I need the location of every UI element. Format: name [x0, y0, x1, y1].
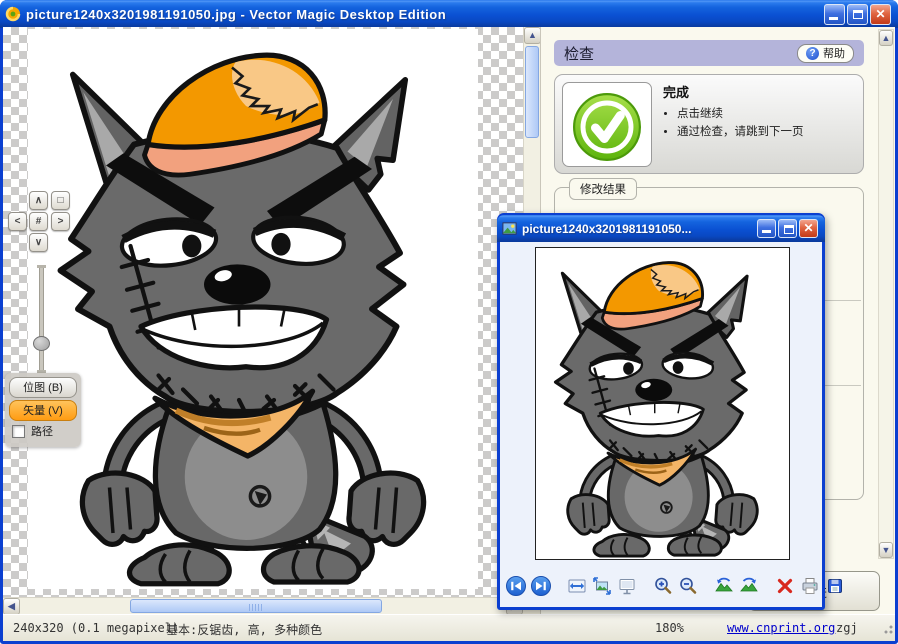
- preview-image-frame: [535, 247, 790, 560]
- preview-close-button[interactable]: ✕: [799, 219, 818, 238]
- rotate-right-icon[interactable]: [738, 574, 760, 598]
- vector-magic-app-icon: [5, 6, 21, 22]
- zoom-slider-thumb[interactable]: [33, 336, 50, 351]
- scroll-up-icon[interactable]: ▲: [524, 27, 541, 44]
- vectorize-settings-status: 基本:反锯齿, 高, 多种颜色: [166, 621, 322, 638]
- pan-up-button[interactable]: ∧: [29, 191, 48, 210]
- rotate-left-icon[interactable]: [713, 574, 735, 598]
- question-icon: ?: [806, 47, 819, 60]
- preview-toolbar: [505, 570, 817, 602]
- image-size-status: 240x320 (0.1 megapixel): [13, 621, 179, 635]
- vector-result-image: [28, 29, 478, 589]
- scroll-left-icon[interactable]: ◀: [3, 598, 20, 615]
- canvas-horizontal-scrollbar[interactable]: ◀ ▶: [3, 597, 523, 614]
- slideshow-icon[interactable]: [616, 574, 638, 598]
- first-image-icon[interactable]: [505, 574, 527, 598]
- path-checkbox-row[interactable]: 路径: [12, 423, 53, 439]
- pan-left-button[interactable]: <: [8, 212, 27, 231]
- help-button[interactable]: ? 帮助: [797, 44, 854, 63]
- panel-scroll-down-icon[interactable]: ▼: [879, 542, 893, 558]
- preview-window-title: picture1240x3201981191050...: [522, 222, 757, 236]
- status-tile: [562, 82, 652, 167]
- resize-grip[interactable]: [880, 621, 894, 635]
- fit-image-icon[interactable]: [591, 574, 613, 598]
- path-checkbox[interactable]: [12, 425, 25, 438]
- cnprint-link[interactable]: www.cnprint.org: [727, 621, 835, 635]
- fit-window-icon[interactable]: [566, 574, 588, 598]
- preview-minimize-button[interactable]: [757, 219, 776, 238]
- zoom-in-icon[interactable]: [652, 574, 674, 598]
- maximize-button[interactable]: [847, 4, 868, 25]
- pan-center-button[interactable]: #: [29, 212, 48, 231]
- panel-scroll-up-icon[interactable]: ▲: [879, 30, 893, 46]
- pan-right-button[interactable]: >: [51, 212, 70, 231]
- zoom-slider-track[interactable]: [39, 266, 44, 372]
- done-bullet-list: 点击继续 通过检查，请跳到下一页: [663, 105, 857, 139]
- window-title: picture1240x3201981191050.jpg - Vector M…: [26, 7, 824, 22]
- inspect-title: 检查: [564, 43, 797, 64]
- zoom-fit-button[interactable]: □: [51, 191, 70, 210]
- preview-window: picture1240x3201981191050... ✕: [497, 213, 825, 610]
- wolf-illustration: [28, 29, 478, 589]
- delete-icon[interactable]: [774, 574, 796, 598]
- panel-scrollbar[interactable]: ▲ ▼: [878, 29, 894, 559]
- zoom-out-icon[interactable]: [677, 574, 699, 598]
- zoom-level-status: 180%: [655, 621, 684, 635]
- path-checkbox-label: 路径: [31, 423, 53, 439]
- vector-view-button[interactable]: 矢量 (V): [9, 400, 77, 421]
- done-title: 完成: [663, 82, 857, 101]
- minimize-button[interactable]: [824, 4, 845, 25]
- close-button[interactable]: ✕: [870, 4, 891, 25]
- done-bullet: 通过检查，请跳到下一页: [677, 123, 857, 139]
- modify-result-legend: 修改结果: [569, 178, 637, 200]
- image-file-icon: [502, 221, 517, 236]
- save-icon[interactable]: [824, 574, 846, 598]
- view-mode-panel: 位图 (B) 矢量 (V) 路径: [5, 373, 81, 447]
- inspection-result-box: 完成 点击继续 通过检查，请跳到下一页: [554, 74, 864, 174]
- done-bullet: 点击继续: [677, 105, 857, 121]
- canvas-area: ∧ □ < # > ∨ 位图 (B) 矢量 (V) 路径: [3, 27, 540, 614]
- inspect-header: 检查 ? 帮助: [554, 40, 864, 66]
- check-success-icon: [567, 87, 647, 167]
- print-icon[interactable]: [799, 574, 821, 598]
- bitmap-view-button[interactable]: 位图 (B): [9, 377, 77, 398]
- help-button-label: 帮助: [823, 45, 845, 61]
- pan-down-button[interactable]: ∨: [29, 233, 48, 252]
- preview-titlebar[interactable]: picture1240x3201981191050... ✕: [497, 215, 825, 242]
- main-titlebar[interactable]: picture1240x3201981191050.jpg - Vector M…: [0, 0, 898, 28]
- canvas-viewport[interactable]: ∧ □ < # > ∨ 位图 (B) 矢量 (V) 路径: [3, 27, 523, 597]
- status-bar: 240x320 (0.1 megapixel) 基本:反锯齿, 高, 多种颜色 …: [3, 614, 895, 641]
- wolf-illustration-preview: [536, 248, 789, 559]
- user-label: zgj: [836, 621, 858, 635]
- zoom-slider[interactable]: [31, 266, 51, 372]
- preview-body: [500, 242, 822, 607]
- vertical-scroll-thumb[interactable]: [525, 46, 539, 138]
- next-image-icon[interactable]: [530, 574, 552, 598]
- preview-maximize-button[interactable]: [778, 219, 797, 238]
- horizontal-scroll-thumb[interactable]: [130, 599, 382, 613]
